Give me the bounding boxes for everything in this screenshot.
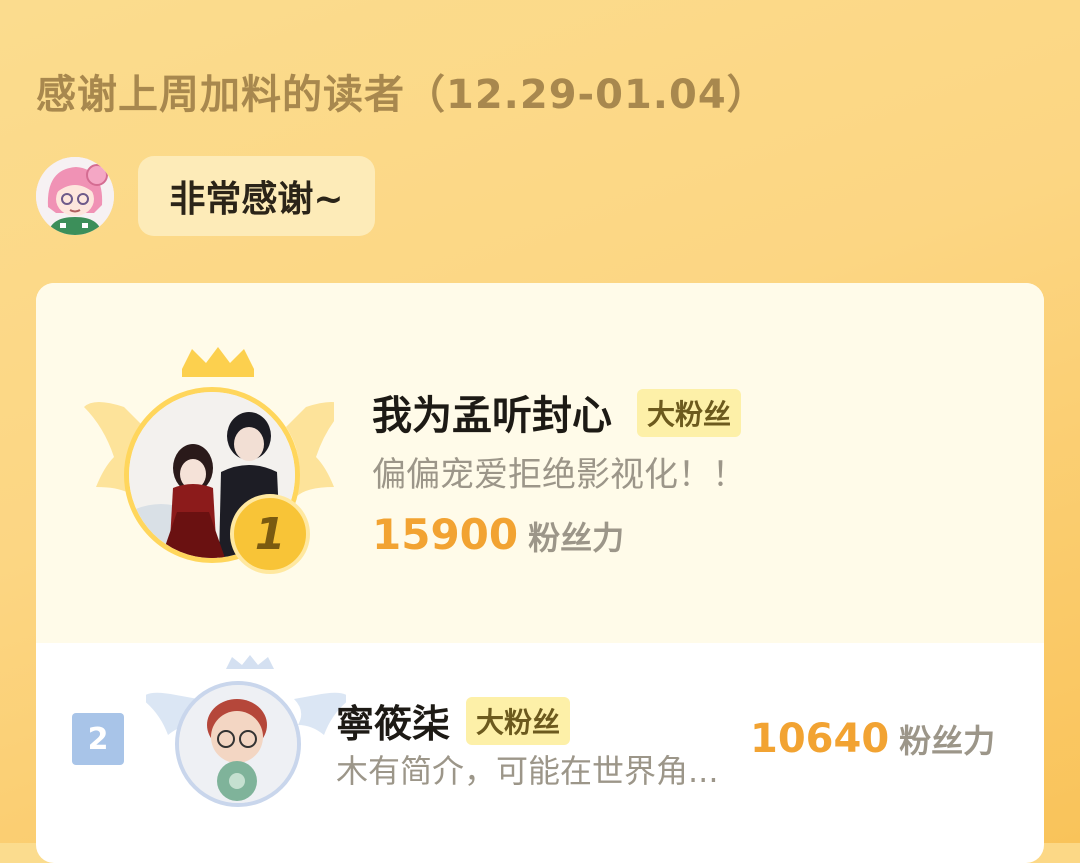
- child-avatar-icon: [179, 685, 297, 803]
- rank-2-badge: 2: [72, 713, 124, 765]
- girl-avatar-icon: [36, 157, 114, 235]
- second-fan-score-value: 10640: [750, 716, 890, 762]
- first-fan-score: 15900 粉丝力: [372, 510, 624, 559]
- second-fan-intro: 木有简介，可能在世界角...: [336, 752, 719, 790]
- first-fan-badge: 大粉丝: [637, 389, 742, 437]
- thanks-bubble: 非常感谢~: [138, 156, 375, 236]
- first-fan-intro: 偏偏宠爱拒绝影视化！！: [372, 455, 746, 495]
- second-fan-score-unit: 粉丝力: [899, 722, 996, 760]
- second-fan-score: 10640 粉丝力: [750, 716, 995, 762]
- host-avatar[interactable]: [36, 157, 114, 235]
- thanks-message: 非常感谢~: [169, 179, 344, 220]
- second-fan-badge: 大粉丝: [466, 697, 571, 745]
- first-fan-name[interactable]: 我为孟听封心: [372, 383, 612, 441]
- rank-1-medal: 1: [230, 494, 310, 574]
- first-fan-score-value: 15900: [372, 510, 519, 559]
- second-fan-name[interactable]: 寧筱柒: [336, 693, 450, 748]
- page-title: 感谢上周加料的读者（12.29-01.04）: [36, 72, 768, 118]
- ranking-card: 1 我为孟听封心 大粉丝 偏偏宠爱拒绝影视化！！ 15900 粉丝力 2 寧筱柒 …: [36, 283, 1044, 863]
- first-fan-score-unit: 粉丝力: [528, 519, 625, 557]
- second-fan-avatar[interactable]: [175, 681, 301, 807]
